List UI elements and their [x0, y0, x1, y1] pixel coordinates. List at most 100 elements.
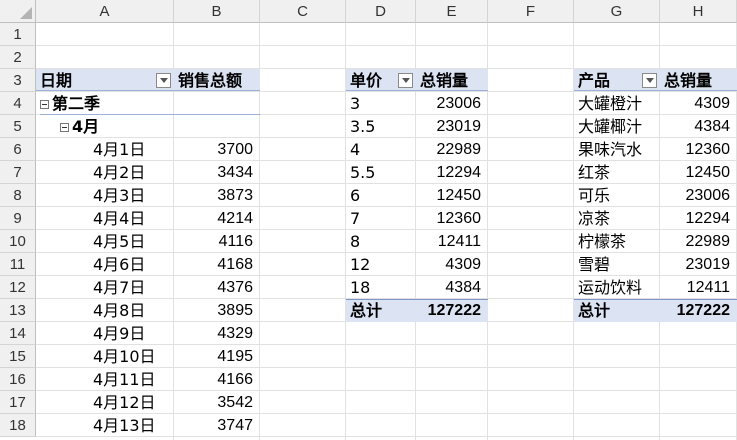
pivot3-item-label[interactable]: 可乐	[574, 184, 660, 207]
pivot1-item-label[interactable]: 4月10日	[36, 345, 174, 368]
pivot3-item-value[interactable]: 12360	[660, 138, 737, 161]
row-header[interactable]: 3	[0, 69, 36, 92]
pivot1-item-label[interactable]: 4月2日	[36, 161, 174, 184]
pivot1-item-value[interactable]: 3542	[174, 391, 260, 414]
pivot2-item-value[interactable]: 22989	[416, 138, 488, 161]
pivot3-total-value[interactable]: 127222	[660, 299, 737, 322]
pivot2-item-label[interactable]: 4	[346, 138, 416, 161]
row-header[interactable]: 14	[0, 322, 36, 345]
pivot1-item-value[interactable]: 4116	[174, 230, 260, 253]
pivot1-item-label[interactable]: 4月1日	[36, 138, 174, 161]
pivot2-item-value[interactable]: 12360	[416, 207, 488, 230]
row-header[interactable]: 1	[0, 23, 36, 46]
row-header[interactable]: 16	[0, 368, 36, 391]
row-header[interactable]: 8	[0, 184, 36, 207]
pivot3-item-label[interactable]: 果味汽水	[574, 138, 660, 161]
pivot2-item-label[interactable]: 8	[346, 230, 416, 253]
pivot1-item-label[interactable]: 4月6日	[36, 253, 174, 276]
pivot1-item-label[interactable]: 4月11日	[36, 368, 174, 391]
row-header[interactable]: 15	[0, 345, 36, 368]
pivot2-item-value[interactable]: 4384	[416, 276, 488, 299]
pivot3-item-value[interactable]: 4384	[660, 115, 737, 138]
pivot1-item-value[interactable]: 3700	[174, 138, 260, 161]
pivot1-item-value[interactable]: 4195	[174, 345, 260, 368]
pivot2-value-header[interactable]: 总销量	[416, 69, 488, 92]
column-header-d[interactable]: D	[346, 0, 416, 23]
column-header-a[interactable]: A	[36, 0, 174, 23]
collapse-icon[interactable]	[40, 100, 49, 109]
pivot1-item-label[interactable]: 4月12日	[36, 391, 174, 414]
pivot3-item-label[interactable]: 红茶	[574, 161, 660, 184]
pivot3-item-value[interactable]: 23006	[660, 184, 737, 207]
pivot3-item-value[interactable]: 23019	[660, 253, 737, 276]
pivot3-item-value[interactable]: 12411	[660, 276, 737, 299]
pivot1-item-value[interactable]: 4166	[174, 368, 260, 391]
pivot2-item-value[interactable]: 12411	[416, 230, 488, 253]
row-header[interactable]: 11	[0, 253, 36, 276]
pivot1-item-value[interactable]: 3873	[174, 184, 260, 207]
filter-dropdown-icon[interactable]	[156, 73, 171, 88]
pivot1-item-label[interactable]: 4月13日	[36, 414, 174, 437]
row-header[interactable]: 4	[0, 92, 36, 115]
pivot1-item-value[interactable]: 4376	[174, 276, 260, 299]
column-header-c[interactable]: C	[260, 0, 346, 23]
pivot2-item-label[interactable]: 12	[346, 253, 416, 276]
select-all-corner[interactable]	[0, 0, 36, 23]
pivot3-item-label[interactable]: 大罐橙汁	[574, 92, 660, 115]
pivot1-value-header[interactable]: 销售总额	[174, 69, 260, 92]
pivot2-total-value[interactable]: 127222	[416, 299, 488, 322]
pivot1-item-label[interactable]: 4月9日	[36, 322, 174, 345]
pivot3-item-label[interactable]: 大罐椰汁	[574, 115, 660, 138]
pivot3-item-label[interactable]: 柠檬茶	[574, 230, 660, 253]
pivot2-item-value[interactable]: 23019	[416, 115, 488, 138]
spreadsheet-grid[interactable]: A B C D E F G H 1 2 3 4 5 6 7 8 9 10 11 …	[0, 0, 737, 440]
pivot1-item-label[interactable]: 4月4日	[36, 207, 174, 230]
column-header-e[interactable]: E	[416, 0, 488, 23]
pivot1-item-value[interactable]: 4168	[174, 253, 260, 276]
pivot2-item-label[interactable]: 3	[346, 92, 416, 115]
pivot2-item-value[interactable]: 12294	[416, 161, 488, 184]
row-header[interactable]: 17	[0, 391, 36, 414]
pivot1-item-label[interactable]: 4月8日	[36, 299, 174, 322]
pivot2-item-label[interactable]: 18	[346, 276, 416, 299]
pivot2-item-label[interactable]: 7	[346, 207, 416, 230]
pivot2-item-value[interactable]: 12450	[416, 184, 488, 207]
pivot3-item-label[interactable]: 运动饮料	[574, 276, 660, 299]
row-header[interactable]: 10	[0, 230, 36, 253]
column-header-f[interactable]: F	[488, 0, 574, 23]
pivot2-item-label[interactable]: 5.5	[346, 161, 416, 184]
pivot2-total-label[interactable]: 总计	[346, 299, 416, 322]
pivot1-item-label[interactable]: 4月5日	[36, 230, 174, 253]
pivot1-item-value[interactable]: 3895	[174, 299, 260, 322]
pivot2-item-value[interactable]: 23006	[416, 92, 488, 115]
pivot3-item-value[interactable]: 12450	[660, 161, 737, 184]
pivot2-item-label[interactable]: 3.5	[346, 115, 416, 138]
filter-dropdown-icon[interactable]	[398, 73, 413, 88]
pivot1-item-label[interactable]: 4月3日	[36, 184, 174, 207]
pivot1-row-label-header[interactable]: 日期	[36, 69, 174, 92]
collapse-icon[interactable]	[60, 123, 69, 132]
column-header-b[interactable]: B	[174, 0, 260, 23]
row-header[interactable]: 12	[0, 276, 36, 299]
pivot1-item-label[interactable]: 4月7日	[36, 276, 174, 299]
pivot3-item-value[interactable]: 22989	[660, 230, 737, 253]
pivot1-item-value[interactable]: 3434	[174, 161, 260, 184]
row-header[interactable]: 18	[0, 414, 36, 437]
pivot3-value-header[interactable]: 总销量	[660, 69, 737, 92]
column-header-g[interactable]: G	[574, 0, 660, 23]
pivot2-item-label[interactable]: 6	[346, 184, 416, 207]
pivot1-item-value[interactable]: 3747	[174, 414, 260, 437]
pivot2-item-value[interactable]: 4309	[416, 253, 488, 276]
pivot3-item-value[interactable]: 12294	[660, 207, 737, 230]
pivot1-item-value[interactable]: 4214	[174, 207, 260, 230]
row-header[interactable]: 7	[0, 161, 36, 184]
pivot1-item-value[interactable]: 4329	[174, 322, 260, 345]
pivot1-subgroup-row[interactable]: 4月	[60, 115, 260, 138]
pivot3-item-value[interactable]: 4309	[660, 92, 737, 115]
row-header[interactable]: 2	[0, 46, 36, 69]
column-header-h[interactable]: H	[660, 0, 737, 23]
pivot3-item-label[interactable]: 雪碧	[574, 253, 660, 276]
row-header[interactable]: 6	[0, 138, 36, 161]
pivot3-total-label[interactable]: 总计	[574, 299, 660, 322]
pivot1-group-row[interactable]: 第二季	[40, 92, 260, 115]
